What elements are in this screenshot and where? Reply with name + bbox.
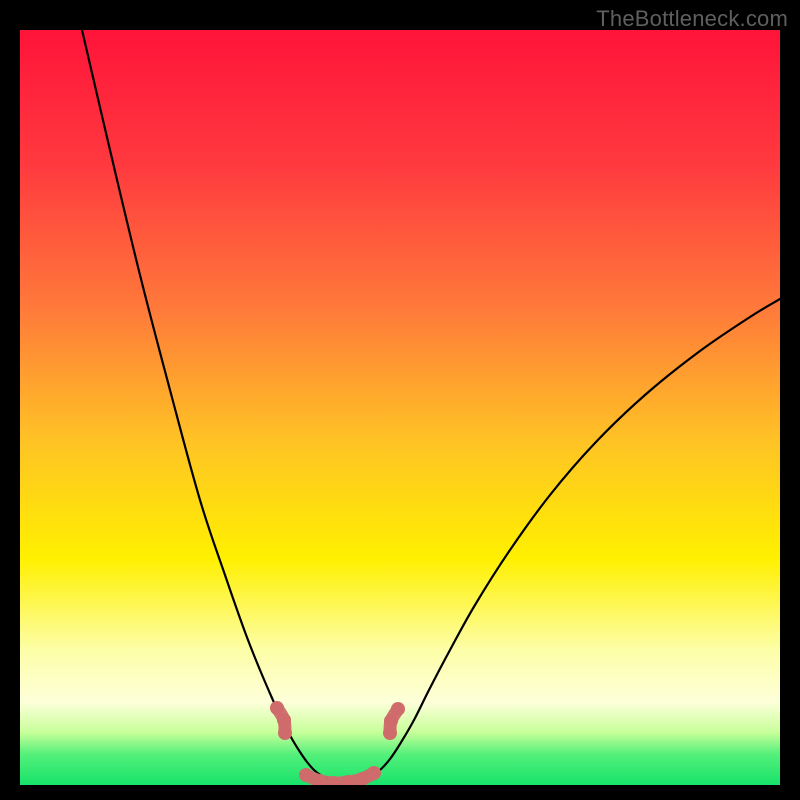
markers-minimum-cluster-point [299,768,313,782]
markers-left-cluster-point [278,726,292,740]
attribution-label: TheBottleneck.com [596,6,788,32]
markers-left-cluster-point [277,713,291,727]
chart-frame: TheBottleneck.com [0,0,800,800]
gradient-background [20,30,780,785]
markers-right-cluster-point [383,726,397,740]
markers-right-cluster-point [391,702,405,716]
plot-area [20,30,780,785]
chart-svg [20,30,780,785]
markers-left-cluster-point [270,701,284,715]
markers-minimum-cluster-point [367,766,381,780]
markers-right-cluster-point [384,714,398,728]
